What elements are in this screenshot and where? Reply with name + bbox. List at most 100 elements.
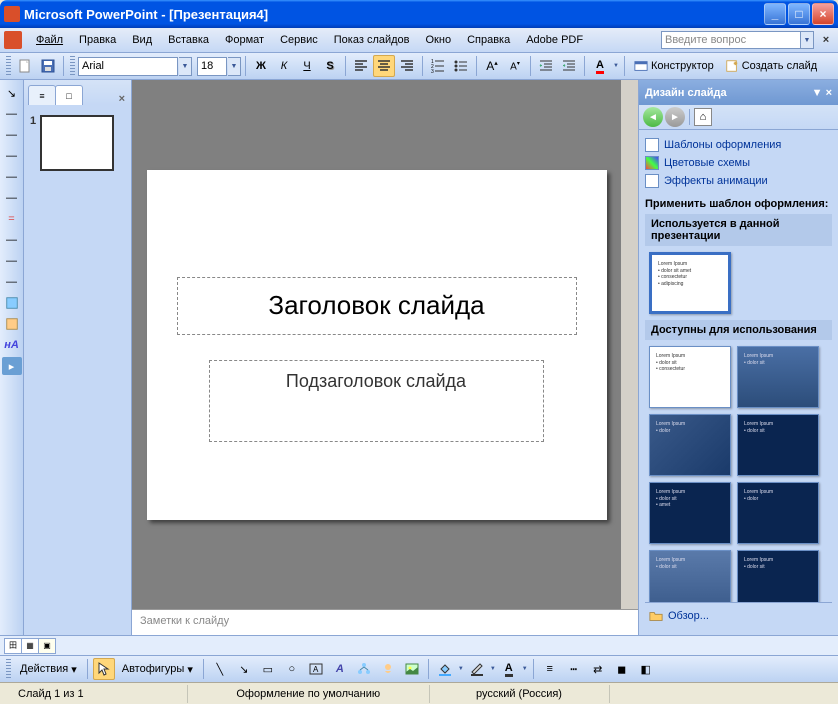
template-current[interactable]: Lorem Ipsum• dolor sit amet• consectetur… (649, 252, 731, 314)
menu-tools[interactable]: Сервис (272, 31, 326, 49)
vtool-4[interactable]: — (3, 147, 21, 165)
slideshow-view-button[interactable]: ▣ (38, 638, 56, 654)
toolbar-handle[interactable] (6, 56, 11, 76)
font-combo[interactable]: Arial (78, 57, 178, 76)
wordart-tool[interactable]: A (329, 658, 351, 680)
control-menu-icon[interactable] (4, 31, 22, 49)
menu-edit[interactable]: Правка (71, 31, 124, 49)
panel-close[interactable]: × (119, 93, 125, 105)
line-color-dropdown[interactable]: ▼ (490, 666, 496, 672)
menu-help[interactable]: Справка (459, 31, 518, 49)
numbering-button[interactable]: 123 (427, 55, 449, 77)
slides-tab[interactable]: □ (55, 85, 83, 105)
browse-link[interactable]: Обзор... (649, 607, 828, 625)
rectangle-tool[interactable]: ▭ (257, 658, 279, 680)
line-weight-tool[interactable]: ≡ (539, 658, 561, 680)
vtool-expand[interactable]: ▸ (2, 357, 22, 375)
template-6[interactable]: Lorem Ipsum• dolor (737, 482, 819, 544)
title-placeholder[interactable]: Заголовок слайда (177, 277, 577, 335)
vtool-7[interactable]: = (3, 210, 21, 228)
help-search-input[interactable] (661, 31, 801, 49)
actions-menu[interactable]: Действия▾ (15, 658, 82, 680)
shadow-tool[interactable]: ◼ (611, 658, 633, 680)
nav-back-button[interactable]: ◄ (643, 107, 663, 127)
picture-tool[interactable] (401, 658, 423, 680)
align-center-button[interactable] (373, 55, 395, 77)
template-5[interactable]: Lorem Ipsum• dolor sit• amet (649, 482, 731, 544)
select-tool[interactable] (93, 658, 115, 680)
template-2[interactable]: Lorem Ipsum• dolor sit (737, 346, 819, 408)
dash-style-tool[interactable]: ┅ (563, 658, 585, 680)
oval-tool[interactable]: ○ (281, 658, 303, 680)
vtool-8[interactable]: — (3, 231, 21, 249)
slide-canvas[interactable]: Заголовок слайда Подзаголовок слайда (147, 170, 607, 520)
link-templates[interactable]: Шаблоны оформления (645, 136, 832, 154)
italic-button[interactable]: К (273, 55, 295, 77)
constructor-button[interactable]: Конструктор (629, 55, 719, 77)
template-4[interactable]: Lorem Ipsum• dolor sit (737, 414, 819, 476)
minimize-button[interactable]: _ (764, 3, 786, 25)
menu-format[interactable]: Формат (217, 31, 272, 49)
vtool-13[interactable]: нА (3, 336, 21, 354)
taskpane-menu[interactable]: ▼ (812, 87, 823, 99)
menu-window[interactable]: Окно (418, 31, 460, 49)
vtool-6[interactable]: — (3, 189, 21, 207)
sorter-view-button[interactable]: ▦ (21, 638, 39, 654)
close-button[interactable]: × (812, 3, 834, 25)
notes-pane[interactable]: Заметки к слайду (132, 609, 638, 635)
slide-editor[interactable]: Заголовок слайда Подзаголовок слайда (132, 80, 621, 609)
3d-tool[interactable]: ◧ (635, 658, 657, 680)
template-7[interactable]: Lorem Ipsum• dolor sit (649, 550, 731, 602)
shadow-button[interactable]: S (319, 55, 341, 77)
decrease-indent-button[interactable] (535, 55, 557, 77)
save-button[interactable] (37, 55, 59, 77)
vtool-2[interactable]: — (3, 105, 21, 123)
subtitle-placeholder[interactable]: Подзаголовок слайда (209, 360, 544, 442)
template-1[interactable]: Lorem Ipsum• dolor sit• consectetur (649, 346, 731, 408)
new-slide-button[interactable]: Создать слайд (720, 55, 822, 77)
textbox-tool[interactable]: A (305, 658, 327, 680)
menu-view[interactable]: Вид (124, 31, 160, 49)
nav-home-button[interactable]: ⌂ (694, 108, 712, 126)
menu-file[interactable]: Файл (28, 31, 71, 49)
increase-font-button[interactable]: A▴ (481, 55, 503, 77)
font-color-dropdown[interactable]: ▼ (612, 63, 620, 69)
vtool-3[interactable]: — (3, 126, 21, 144)
vtool-12[interactable] (3, 315, 21, 333)
link-colors[interactable]: Цветовые схемы (645, 154, 832, 172)
menu-insert[interactable]: Вставка (160, 31, 217, 49)
font-color-dropdown-2[interactable]: ▼ (522, 666, 528, 672)
vtool-5[interactable]: — (3, 168, 21, 186)
template-8[interactable]: Lorem Ipsum• dolor sit (737, 550, 819, 602)
taskpane-close[interactable]: × (826, 87, 832, 99)
decrease-font-button[interactable]: A▾ (504, 55, 526, 77)
autoshapes-menu[interactable]: Автофигуры▾ (117, 658, 198, 680)
slide-thumbnail-1[interactable]: 1 (30, 115, 125, 171)
bold-button[interactable]: Ж (250, 55, 272, 77)
normal-view-button[interactable]: 田 (4, 638, 22, 654)
fontsize-dropdown[interactable]: ▼ (228, 57, 241, 76)
fill-dropdown[interactable]: ▼ (458, 666, 464, 672)
nav-forward-button[interactable]: ► (665, 107, 685, 127)
help-dropdown[interactable]: ▼ (800, 31, 814, 49)
font-color-tool[interactable]: A (498, 658, 520, 680)
line-tool[interactable]: ╲ (209, 658, 231, 680)
vtool-11[interactable] (3, 294, 21, 312)
new-button[interactable] (14, 55, 36, 77)
draw-handle[interactable] (6, 659, 11, 679)
status-language[interactable]: русский (Россия) (430, 685, 610, 703)
diagram-tool[interactable] (353, 658, 375, 680)
toolbar-handle-2[interactable] (70, 56, 75, 76)
line-color-tool[interactable] (466, 658, 488, 680)
underline-button[interactable]: Ч (296, 55, 318, 77)
menu-adobe[interactable]: Adobe PDF (518, 31, 591, 49)
increase-indent-button[interactable] (558, 55, 580, 77)
vtool-10[interactable]: — (3, 273, 21, 291)
vtool-1[interactable]: ↘ (3, 84, 21, 102)
vertical-scrollbar[interactable] (621, 80, 638, 609)
align-left-button[interactable] (350, 55, 372, 77)
font-color-button[interactable]: A (589, 55, 611, 77)
vtool-9[interactable]: — (3, 252, 21, 270)
template-3[interactable]: Lorem Ipsum• dolor (649, 414, 731, 476)
fill-color-tool[interactable] (434, 658, 456, 680)
